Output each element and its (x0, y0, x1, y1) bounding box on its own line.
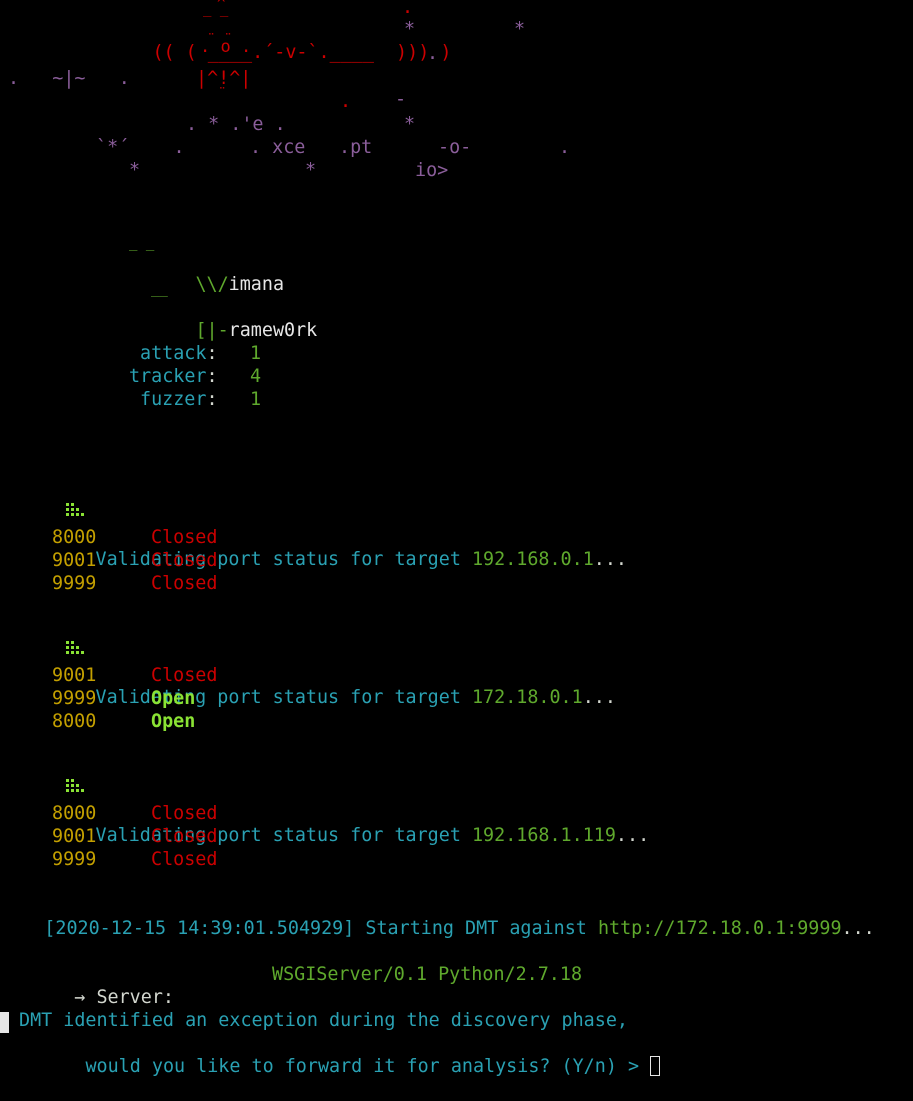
port-row: 9001 (52, 549, 96, 572)
prompt-line-1: DMT identified an exception during the d… (19, 1010, 628, 1031)
module-name: fuzzer (140, 389, 207, 410)
port-status: Closed (151, 573, 218, 594)
start-line: [2020-12-15 14:39:01.504929] Starting DM… (44, 918, 875, 939)
port-status: Closed (151, 550, 218, 571)
module-row: tracker: (129, 366, 218, 387)
banner-line6-dot: . (559, 137, 571, 158)
input-cursor[interactable] (650, 1056, 661, 1076)
banner-line6-xce: . xce (250, 137, 306, 158)
server-label: Server: (96, 987, 174, 1008)
port-row: 8000 (52, 526, 96, 549)
scan-target: 192.168.1.119 (471, 825, 616, 846)
banner-hat-under: _ _ (203, 1, 229, 17)
port-number: 9999 (52, 573, 97, 594)
scan-header: Validating port status for target 192.16… (0, 756, 649, 846)
scan-header: Validating port status for target 192.16… (0, 480, 627, 570)
port-number: 9999 (52, 688, 97, 709)
banner-face-dots: ¨ ¨ (207, 32, 233, 48)
module-count: 4 (250, 366, 262, 387)
grid-icon (66, 641, 85, 655)
banner-line7-star-2: * (305, 160, 317, 181)
start-timestamp: [2020-12-15 14:39:01.504929] (44, 918, 355, 939)
arrow-icon: → (74, 987, 86, 1008)
module-count: 1 (250, 389, 262, 410)
prompt-marker (0, 1012, 9, 1033)
logo-vimana-over: _ _ (129, 235, 155, 251)
port-number: 9001 (52, 550, 97, 571)
banner-line7-star-1: * (129, 160, 141, 181)
server-line: → Server: (30, 963, 174, 1008)
server-value: WSGIServer/0.1 Python/2.7.18 (272, 964, 583, 985)
port-status: Closed (151, 803, 218, 824)
banner-feet: ¨ (218, 86, 227, 102)
module-count: 1 (250, 343, 262, 364)
banner-line6-pt: .pt (339, 137, 373, 158)
port-number: 9001 (52, 665, 97, 686)
start-url: http://172.18.0.1:9999 (597, 918, 842, 939)
port-row: 9001 (52, 664, 96, 687)
logo-vimana-prefix: \\/ (195, 274, 229, 295)
banner-dot-top: . (402, 0, 414, 18)
banner-line6-o: -o- (438, 137, 472, 158)
port-status: Open (151, 711, 196, 732)
banner-line6-left: `*´ . (96, 137, 185, 158)
port-row: 9999 (52, 687, 96, 710)
port-number: 8000 (52, 803, 97, 824)
logo-framework-over: __ (151, 281, 168, 297)
scan-header: Validating port status for target 172.18… (0, 618, 616, 708)
logo-framework-prefix: [|- (195, 320, 229, 341)
grid-icon (66, 503, 85, 517)
port-status: Closed (151, 527, 218, 548)
scan-target: 192.168.0.1 (471, 549, 594, 570)
port-row: 8000 (52, 710, 96, 733)
banner-line5: . * .'e . (186, 114, 286, 135)
module-row: attack: (140, 343, 218, 364)
banner-line4-dash: - (395, 89, 407, 110)
banner-line5-star: * (404, 114, 416, 135)
scan-target: 172.18.0.1 (471, 687, 583, 708)
banner-star-1: * (404, 19, 416, 40)
banner-star-2: * (514, 19, 526, 40)
logo-vimana-rest: imana (228, 274, 285, 295)
port-status: Closed (151, 665, 218, 686)
port-row: 9001 (52, 825, 96, 848)
port-number: 9001 (52, 826, 97, 847)
logo-framework-rest: ramew0rk (228, 320, 318, 341)
port-row: 9999 (52, 848, 96, 871)
banner-mid: ´-v-` (263, 42, 319, 63)
banner-line4-dot: . (340, 91, 352, 112)
port-number: 8000 (52, 527, 97, 548)
port-row: 9999 (52, 572, 96, 595)
port-row: 8000 (52, 802, 96, 825)
port-number: 9999 (52, 849, 97, 870)
module-name: attack (140, 343, 207, 364)
port-status: Closed (151, 849, 218, 870)
port-status: Open (151, 688, 196, 709)
module-name: tracker (129, 366, 207, 387)
port-status: Closed (151, 826, 218, 847)
module-row: fuzzer: (140, 389, 218, 410)
grid-icon (66, 779, 85, 793)
port-number: 8000 (52, 711, 97, 732)
prompt-line-2: would you like to forward it for analysi… (85, 1056, 640, 1077)
banner-line3-left: . ~|~ . (8, 68, 130, 89)
banner-line7-io: io> (415, 160, 449, 181)
start-text: Starting DMT against (365, 918, 587, 939)
banner-dot-right: . (427, 43, 439, 64)
